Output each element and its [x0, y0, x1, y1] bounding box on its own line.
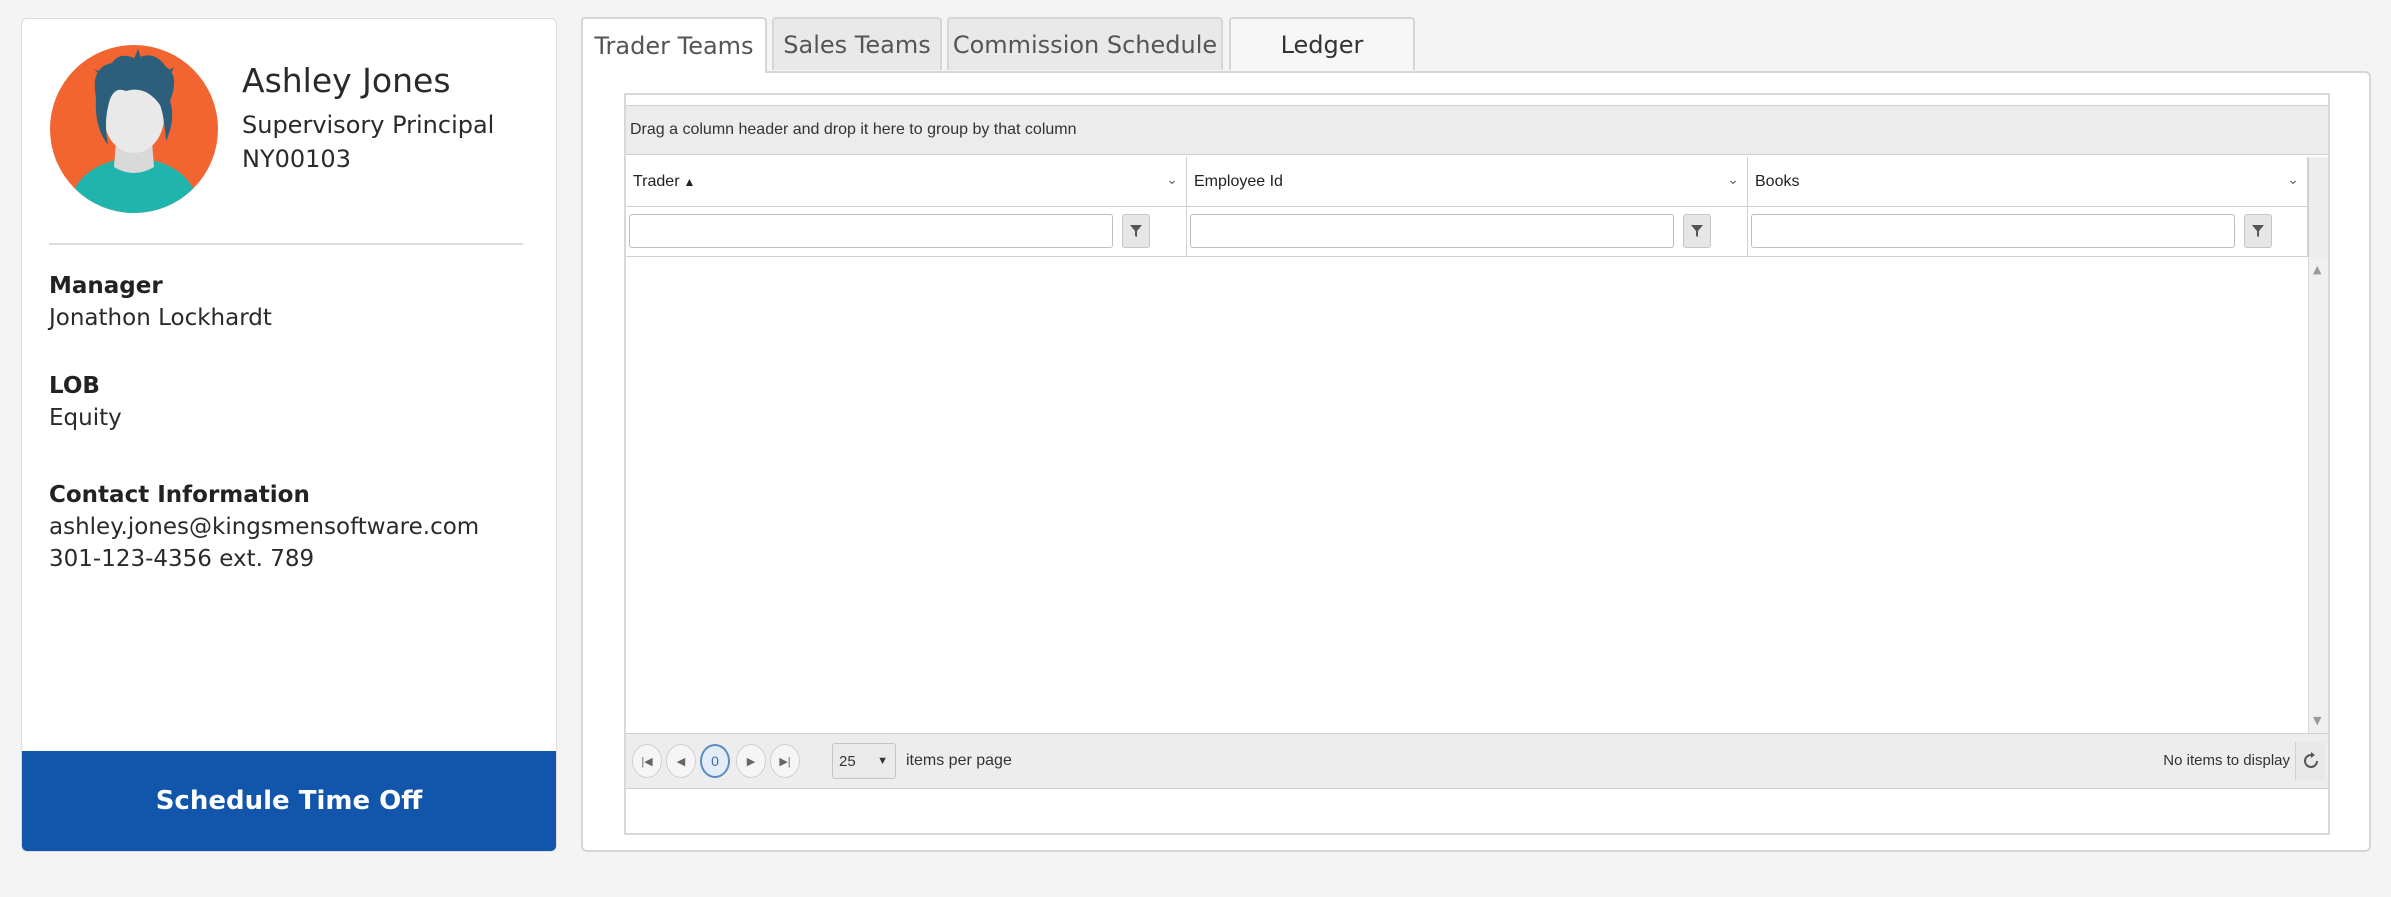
- filter-cell-trader: [626, 207, 1187, 257]
- scrollbar-header-spacer: [2308, 157, 2328, 257]
- contact-email: ashley.jones@kingsmensoftware.com: [49, 514, 480, 540]
- dropdown-arrow-icon: ▼: [877, 755, 888, 767]
- vertical-scrollbar[interactable]: ▲ ▼: [2308, 257, 2328, 733]
- column-header-trader[interactable]: Trader ▲ ⌄: [626, 157, 1187, 207]
- filter-cell-books: [1748, 207, 2308, 257]
- scroll-down-icon[interactable]: ▼: [2313, 714, 2321, 727]
- tab-sales-teams[interactable]: Sales Teams: [772, 17, 942, 70]
- column-header-label: Books: [1755, 173, 1800, 190]
- first-page-icon[interactable]: |◀: [632, 744, 662, 778]
- trader-filter-input[interactable]: [629, 214, 1113, 248]
- user-title: Supervisory Principal: [242, 111, 495, 139]
- chevron-down-icon[interactable]: ⌄: [2287, 171, 2299, 188]
- next-page-icon[interactable]: ▶: [736, 744, 766, 778]
- column-header-employee-id[interactable]: Employee Id ⌄: [1187, 157, 1748, 207]
- lob-value: Equity: [49, 405, 122, 431]
- chevron-down-icon[interactable]: ⌄: [1166, 171, 1178, 188]
- schedule-time-off-button[interactable]: Schedule Time Off: [22, 751, 556, 851]
- current-page[interactable]: 0: [700, 744, 730, 778]
- column-header-label: Trader: [633, 173, 680, 190]
- trader-grid: Drag a column header and drop it here to…: [624, 93, 2330, 835]
- grid-pager: |◀ ◀ 0 ▶ ▶| 25 ▼ items per page No items…: [626, 733, 2328, 789]
- column-header-label: Employee Id: [1194, 173, 1283, 190]
- chevron-down-icon[interactable]: ⌄: [1727, 171, 1739, 188]
- filter-icon[interactable]: [2244, 214, 2272, 248]
- refresh-icon[interactable]: [2295, 742, 2325, 780]
- column-header-books[interactable]: Books ⌄: [1748, 157, 2308, 207]
- page-size-select[interactable]: 25 ▼: [832, 743, 896, 779]
- scroll-up-icon[interactable]: ▲: [2313, 263, 2321, 276]
- filter-cell-employee-id: [1187, 207, 1748, 257]
- user-avatar-icon: [50, 45, 218, 213]
- grid-header-row: Trader ▲ ⌄ Employee Id ⌄ Books ⌄: [626, 157, 2308, 207]
- tab-content-panel: Drag a column header and drop it here to…: [581, 71, 2371, 852]
- profile-card: Ashley Jones Supervisory Principal NY001…: [21, 18, 557, 852]
- books-filter-input[interactable]: [1751, 214, 2235, 248]
- group-hint: Drag a column header and drop it here to…: [630, 121, 1077, 138]
- manager-value: Jonathon Lockhardt: [49, 305, 272, 331]
- contact-label: Contact Information: [49, 482, 310, 508]
- tab-ledger[interactable]: Ledger: [1229, 17, 1415, 70]
- user-id: NY00103: [242, 145, 351, 173]
- pager-status: No items to display: [2163, 752, 2290, 769]
- avatar: [50, 45, 218, 213]
- filter-icon[interactable]: [1683, 214, 1711, 248]
- tab-trader-teams[interactable]: Trader Teams: [581, 17, 767, 73]
- filter-icon[interactable]: [1122, 214, 1150, 248]
- manager-label: Manager: [49, 273, 163, 299]
- sort-ascending-icon: ▲: [683, 175, 696, 189]
- profile-divider: [49, 243, 523, 245]
- grid-filter-row: [626, 207, 2308, 257]
- employee-id-filter-input[interactable]: [1190, 214, 1674, 248]
- tab-commission-schedule[interactable]: Commission Schedule: [947, 17, 1223, 70]
- contact-phone: 301-123-4356 ext. 789: [49, 546, 315, 572]
- group-drop-area[interactable]: Drag a column header and drop it here to…: [626, 105, 2328, 155]
- user-name: Ashley Jones: [242, 61, 451, 100]
- lob-label: LOB: [49, 373, 100, 399]
- page-size-value: 25: [839, 752, 856, 770]
- last-page-icon[interactable]: ▶|: [770, 744, 800, 778]
- previous-page-icon[interactable]: ◀: [666, 744, 696, 778]
- items-per-page-label: items per page: [906, 752, 1012, 769]
